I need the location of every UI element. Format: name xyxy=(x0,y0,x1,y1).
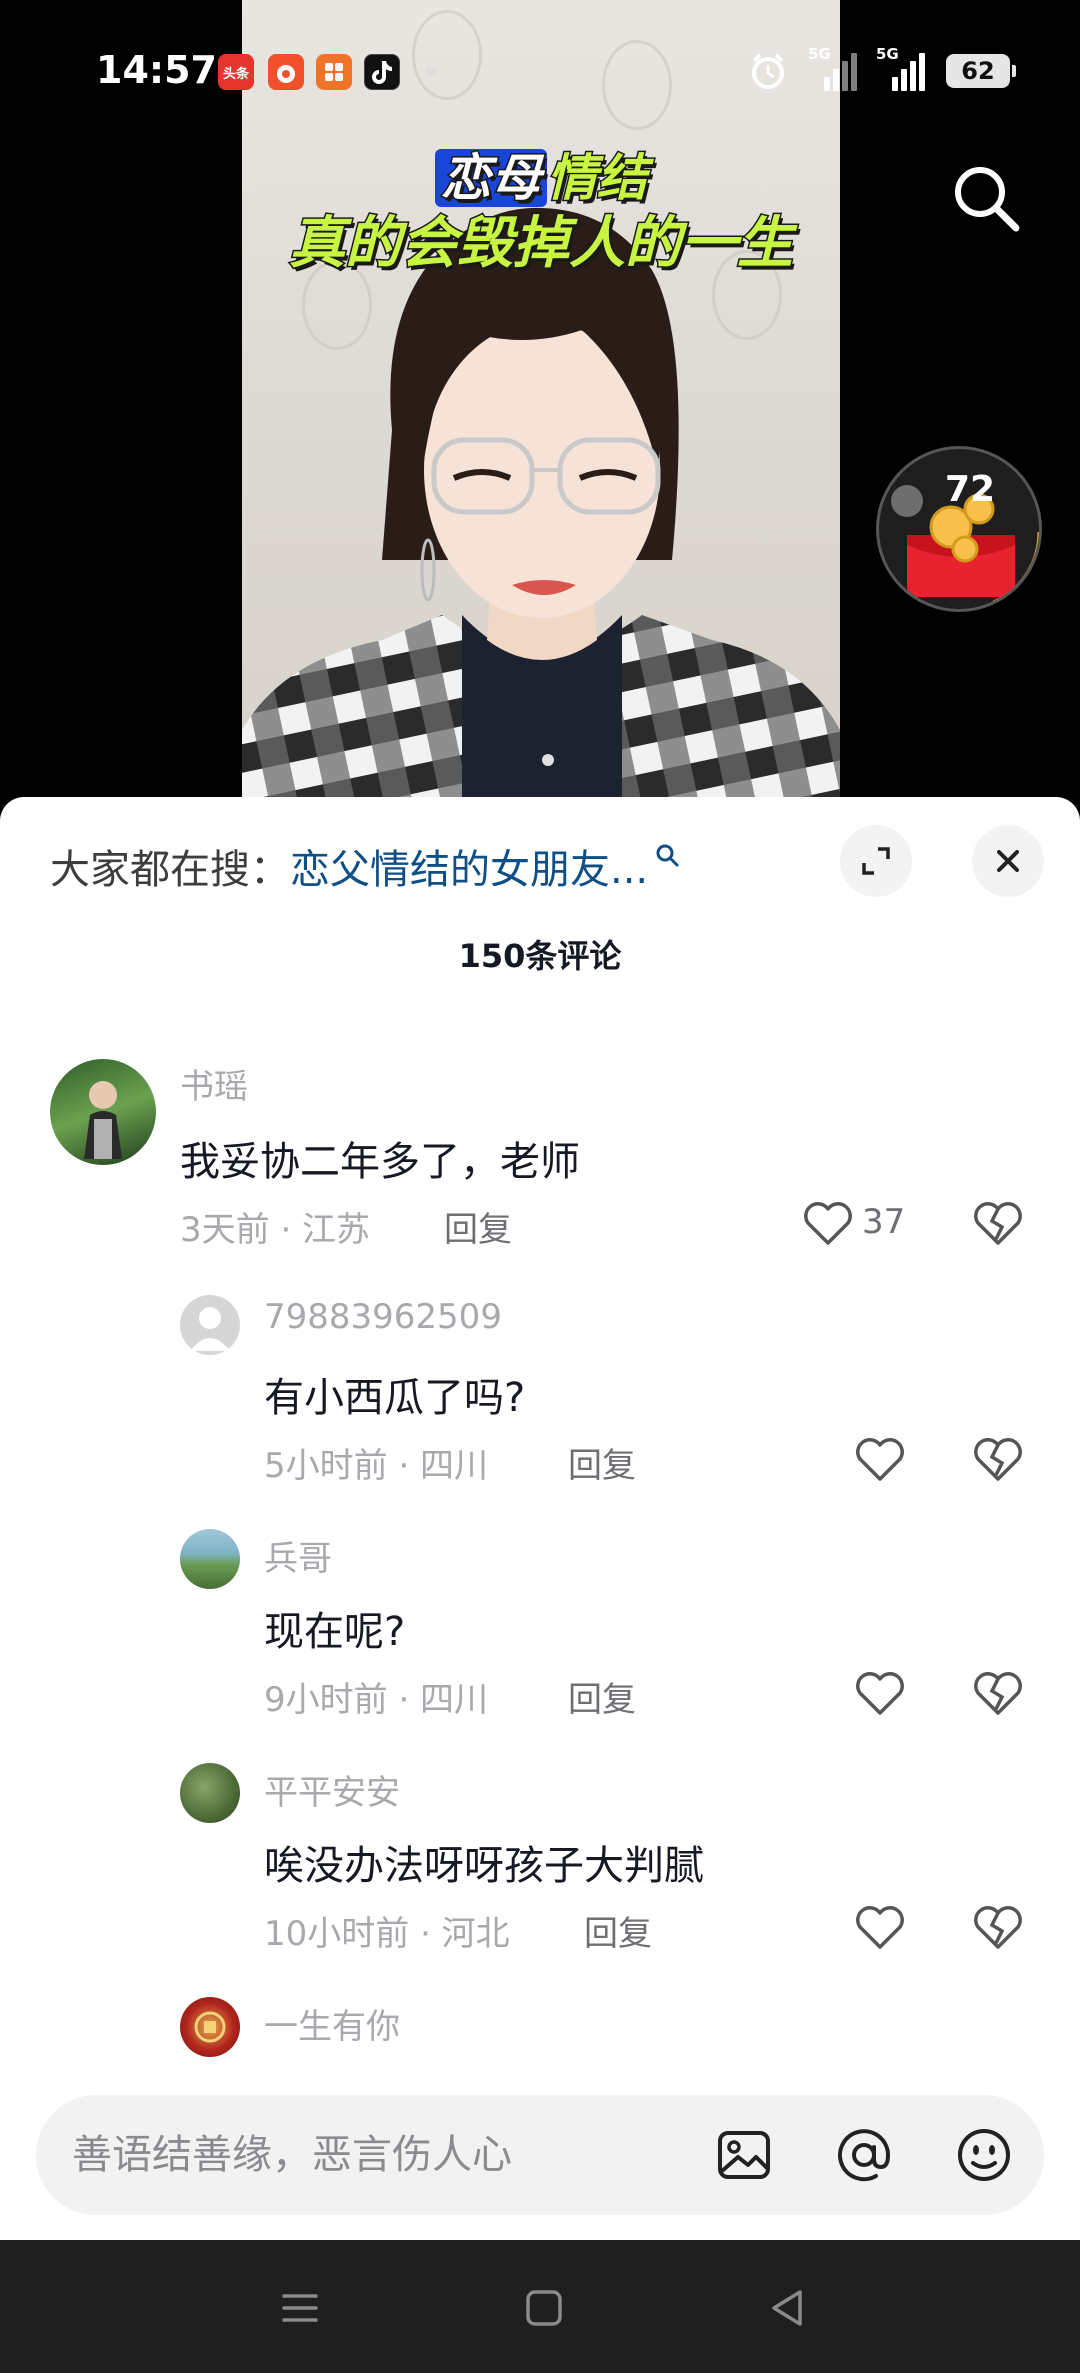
network-label-1: 5G xyxy=(808,45,831,63)
close-icon xyxy=(997,850,1019,872)
hot-search-bar[interactable]: 大家都在搜： 恋父情结的女朋友... xyxy=(50,837,680,895)
broken-heart-icon[interactable] xyxy=(972,1903,1024,1951)
reply-button[interactable]: 回复 xyxy=(444,1202,512,1251)
hot-search-label: 大家都在搜： xyxy=(50,847,290,893)
reply-item: 兵哥 现在呢? 9小时前 · 四川 回复 xyxy=(0,1529,1080,1720)
comment-username[interactable]: 兵哥 xyxy=(264,1531,332,1580)
comment-meta: 9小时前 · 四川 xyxy=(264,1680,489,1720)
expand-icon xyxy=(862,847,890,875)
reply-item: 79883962509 有小西瓜了吗? 5小时前 · 四川 回复 xyxy=(0,1295,1080,1486)
home-icon[interactable] xyxy=(516,2280,572,2336)
comment-meta: 5小时前 · 四川 xyxy=(264,1446,489,1486)
avatar[interactable] xyxy=(180,1529,240,1589)
comment-username[interactable]: 79883962509 xyxy=(264,1297,502,1337)
signal-icon-2: 5G xyxy=(876,45,925,91)
battery-level: 62 xyxy=(961,57,995,85)
comment-item: 书瑶 我妥协二年多了，老师 3天前 · 江苏 回复 37 xyxy=(0,1059,1080,1250)
coin-reward-widget[interactable]: 72 xyxy=(876,446,1042,612)
back-icon[interactable] xyxy=(760,2280,816,2336)
coin-count: 72 xyxy=(945,469,996,510)
caption-line-2: 真的会毁掉人的一生 xyxy=(288,209,795,277)
caption-line-1: 恋母 情结 xyxy=(242,148,840,209)
caption-word-2: 情结 xyxy=(546,148,649,209)
comment-meta: 3天前 · 江苏 xyxy=(180,1210,371,1250)
hot-search-query[interactable]: 恋父情结的女朋友... xyxy=(290,837,648,895)
broken-heart-icon[interactable] xyxy=(972,1669,1024,1717)
reply-item: 一生有你 xyxy=(0,1997,1080,2067)
menu-icon[interactable] xyxy=(272,2280,328,2336)
status-bar: 14:57 头条 5G 5G 62 xyxy=(0,0,1080,140)
like-count: 37 xyxy=(862,1202,906,1242)
avatar[interactable] xyxy=(180,1997,240,2057)
heart-icon[interactable] xyxy=(854,1669,906,1717)
close-button[interactable] xyxy=(972,825,1044,897)
comment-panel: 大家都在搜： 恋父情结的女朋友... 150条评论 书瑶 我妥协二年多了，老师 … xyxy=(0,797,1080,2240)
comment-username[interactable]: 书瑶 xyxy=(180,1059,248,1108)
reply-button[interactable]: 回复 xyxy=(584,1906,652,1955)
reply-button[interactable]: 回复 xyxy=(568,1438,636,1487)
search-icon[interactable] xyxy=(948,160,1024,236)
heart-icon[interactable] xyxy=(854,1903,906,1951)
caption-word-1: 恋母 xyxy=(435,148,547,208)
comment-username[interactable]: 平平安安 xyxy=(264,1765,400,1814)
toutiao-icon-label: 头条 xyxy=(222,66,249,82)
comment-meta: 10小时前 · 河北 xyxy=(264,1914,510,1954)
alarm-icon xyxy=(752,53,784,89)
reply-button[interactable]: 回复 xyxy=(568,1672,636,1721)
heart-icon[interactable] xyxy=(854,1435,906,1483)
image-icon[interactable] xyxy=(714,2125,774,2185)
small-search-icon xyxy=(656,844,679,867)
mention-icon[interactable] xyxy=(834,2125,894,2185)
status-dot xyxy=(426,66,436,76)
tiktok-icon xyxy=(364,54,400,90)
status-time: 14:57 xyxy=(96,48,217,92)
avatar[interactable] xyxy=(180,1763,240,1823)
signal-icon-1: 5G xyxy=(808,45,857,91)
comment-text: 我妥协二年多了，老师 xyxy=(180,1139,580,1185)
comment-text: 现在呢? xyxy=(264,1609,406,1655)
heart-icon[interactable] xyxy=(802,1199,854,1247)
network-label-2: 5G xyxy=(876,45,899,63)
reply-item: 平平安安 唉没办法呀呀孩子大判腻 10小时前 · 河北 回复 xyxy=(0,1763,1080,1954)
avatar[interactable] xyxy=(180,1295,240,1355)
orange-app-icon xyxy=(316,54,352,90)
status-right: 5G 5G 62 xyxy=(748,45,1016,94)
comment-text: 唉没办法呀呀孩子大判腻 xyxy=(264,1843,704,1889)
system-nav-bar xyxy=(0,2240,1080,2373)
broken-heart-icon[interactable] xyxy=(972,1199,1024,1247)
toutiao-icon: 头条 xyxy=(218,54,254,90)
avatar[interactable] xyxy=(50,1059,156,1165)
video-caption: 恋母 情结 真的会毁掉人的一生 xyxy=(242,148,840,277)
comment-text: 有小西瓜了吗? xyxy=(264,1375,526,1421)
emoji-icon[interactable] xyxy=(954,2125,1014,2185)
battery-indicator: 62 xyxy=(946,54,1016,88)
comment-username[interactable]: 一生有你 xyxy=(264,1999,400,2048)
broken-heart-icon[interactable] xyxy=(972,1435,1024,1483)
comment-input[interactable] xyxy=(72,2095,672,2215)
red-app-icon xyxy=(268,54,304,90)
comment-count: 150条评论 xyxy=(458,937,622,975)
comment-input-bar xyxy=(36,2095,1044,2215)
expand-button[interactable] xyxy=(840,825,912,897)
